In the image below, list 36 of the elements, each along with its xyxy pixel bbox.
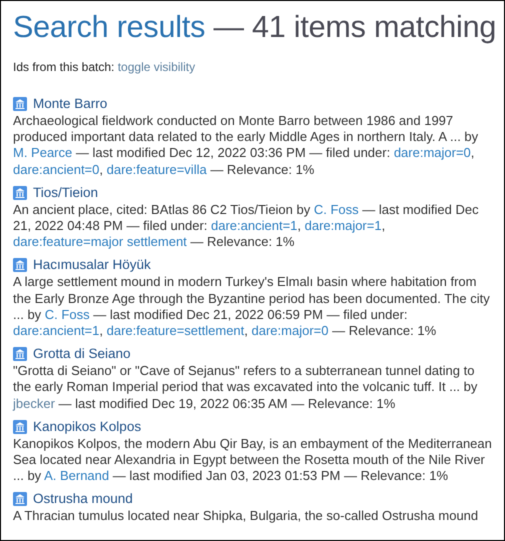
author-link[interactable]: A. Bernand: [44, 468, 110, 484]
author-link[interactable]: M. Pearce: [13, 145, 72, 160]
tag-link[interactable]: dare:major=1: [304, 218, 382, 234]
result-title[interactable]: Monte Barro: [33, 95, 108, 113]
page-title: Search results: [13, 10, 206, 44]
tag-link[interactable]: dare:feature=settlement: [106, 323, 244, 338]
result-title[interactable]: Kanopikos Kolpos: [33, 418, 142, 436]
tag-link[interactable]: dare:feature=major settlement: [13, 234, 187, 250]
result-title[interactable]: Grotta di Seiano: [33, 345, 131, 364]
tag-link[interactable]: dare:feature=villa: [106, 162, 207, 177]
building-icon: [13, 420, 27, 434]
result-description: "Grotta di Seiano" or "Cave of Sejanus" refers to a subterranean tunnel dating to the early Roman Imperial period that was excavated into the volcanic tuff. It ... by jbecker — last modified Dec 19, 2022 06:35 AM — Relevance: 1%: [13, 363, 478, 412]
result-title[interactable]: Tios/Tieion: [33, 184, 98, 202]
tag-link[interactable]: dare:ancient=0: [13, 162, 100, 177]
toggle-link[interactable]: toggle visibility: [118, 60, 196, 74]
author-link[interactable]: jbecker: [13, 396, 55, 411]
result-description: Archaeological fieldwork conducted on Monte Barro between 1986 and 1997 produced important data related to the early Middle Ages in northern Italy. A ... by M. Pearce — last modified Dec 12, 2022 03:36 PM — filed under: dare:major=0, dare:ancient=0, dare:feature=villa — Relevance: 1%: [13, 113, 480, 178]
result-title[interactable]: Ostrusha mound: [33, 490, 133, 508]
batch-line: Ids from this batch: toggle visibility: [13, 59, 196, 75]
author-link[interactable]: C. Foss: [44, 306, 90, 322]
result-title[interactable]: Hacımusalar Höyük: [33, 256, 151, 274]
building-icon: [13, 97, 27, 111]
result-description: A large settlement mound in modern Turkey's Elmalı basin where habitation from the Early Bronze Age through the Byzantine period has been documented. The city ... by C. Foss — last modified Dec 21, 2022 06:59 PM — filed under: dare:ancient=1, dare:feature=settlement, dare:major=0 — Relevance: 1%: [13, 274, 491, 340]
author-link[interactable]: C. Foss: [314, 202, 359, 217]
tag-link[interactable]: dare:ancient=1: [13, 323, 100, 338]
result-description: Kanopikos Kolpos, the modern Abu Qir Bay, is an embayment of the Mediterranean Sea located near Alexandria in Egypt between the Rosetta mouth of the Nile River ... by A. Bernand — last modified Jan 03, 2023 01:53 PM — Relevance: 1%: [13, 436, 492, 484]
result-description: An ancient place, cited: BAtlas 86 C2 Tios/Tieion by C. Foss — last modified Dec 21, 2022 04:48 PM — filed under: dare:ancient=1, dare:major=1, dare:feature=major settlement — Relevance: 1%: [13, 202, 480, 250]
building-icon: [13, 492, 27, 506]
tag-link[interactable]: dare:major=0: [394, 145, 471, 160]
building-icon: [13, 186, 27, 200]
building-icon: [13, 258, 27, 272]
result-description: A Thracian tumulus located near Shipka, Bulgaria, the so-called Ostrusha mound: [13, 508, 480, 525]
tag-link[interactable]: dare:ancient=1: [211, 218, 298, 234]
result-count: — 41 items matching: [213, 10, 496, 44]
building-icon: [13, 347, 27, 362]
tag-link[interactable]: dare:major=0: [252, 323, 328, 338]
